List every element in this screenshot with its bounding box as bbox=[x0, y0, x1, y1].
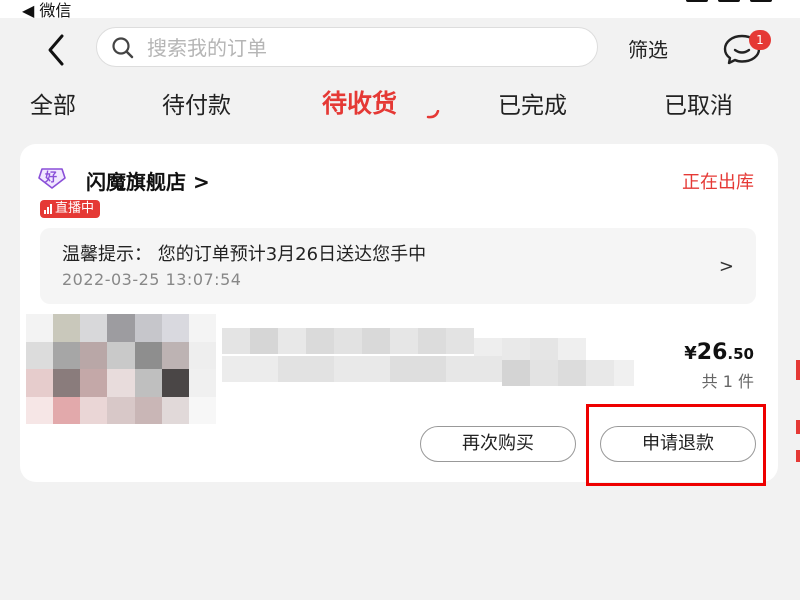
annotation-highlight-box bbox=[586, 404, 766, 486]
price-integer: 26 bbox=[696, 340, 728, 365]
delivery-tip-text: 温馨提示： 您的订单预计3月26日送达您手中 bbox=[62, 244, 427, 265]
tab-completed[interactable]: 已完成 bbox=[498, 86, 567, 120]
battery-icon bbox=[750, 0, 772, 2]
live-bars-icon bbox=[44, 204, 52, 214]
product-item[interactable] bbox=[26, 314, 636, 424]
tab-all[interactable]: 全部 bbox=[30, 86, 76, 120]
status-icons bbox=[686, 0, 772, 2]
live-badge: 直播中 bbox=[40, 200, 101, 218]
live-badge-label: 直播中 bbox=[55, 201, 95, 216]
shop-badge-icon: 好 bbox=[38, 166, 66, 190]
chevron-right-icon: > bbox=[718, 256, 734, 277]
price-currency: ¥ bbox=[684, 343, 697, 364]
top-bar: 筛选 1 bbox=[0, 18, 800, 80]
delivery-tip[interactable]: 温馨提示： 您的订单预计3月26日送达您手中 2022-03-25 13:07:… bbox=[40, 228, 756, 304]
search-icon bbox=[112, 37, 134, 59]
message-badge: 1 bbox=[749, 30, 771, 50]
order-price: ¥26.50 bbox=[684, 340, 754, 365]
wifi-icon bbox=[718, 0, 740, 2]
search-input[interactable] bbox=[145, 28, 589, 68]
chevron-left-icon bbox=[48, 34, 64, 66]
filter-button[interactable]: 筛选 bbox=[628, 34, 668, 63]
tab-pending-receipt[interactable]: 待收货 bbox=[322, 84, 397, 120]
order-tabs: 全部 待付款 待收货 已完成 已取消 bbox=[0, 80, 800, 130]
search-bar[interactable] bbox=[96, 27, 598, 68]
order-status: 正在出库 bbox=[682, 172, 754, 193]
tab-pending-payment[interactable]: 待付款 bbox=[162, 86, 231, 120]
price-decimal: .50 bbox=[727, 345, 754, 363]
item-quantity: 共 1 件 bbox=[701, 372, 754, 391]
rebuy-button[interactable]: 再次购买 bbox=[420, 426, 576, 462]
shop-badge-label: 好 bbox=[45, 170, 58, 184]
back-button[interactable] bbox=[40, 30, 74, 70]
delivery-tip-time: 2022-03-25 13:07:54 bbox=[62, 270, 242, 289]
shop-name-link[interactable]: 闪魔旗舰店 > bbox=[86, 166, 210, 195]
signal-icon bbox=[686, 0, 708, 2]
active-tab-indicator bbox=[426, 110, 440, 119]
status-bar: ◀ 微信 bbox=[0, 0, 800, 20]
product-thumbnail[interactable] bbox=[26, 314, 216, 424]
edge-decoration bbox=[796, 360, 800, 462]
tab-cancelled[interactable]: 已取消 bbox=[664, 86, 733, 120]
